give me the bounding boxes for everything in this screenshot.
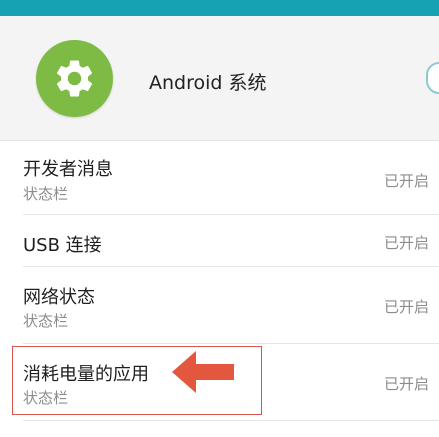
app-notification-toggle[interactable]: [426, 62, 439, 94]
notification-settings-screen: Android 系统 开发者消息 状态栏 已开启 USB 连接 已开启 网络状态…: [0, 0, 439, 437]
app-name: Android 系统: [149, 72, 267, 94]
row-title: 网络状态: [23, 287, 95, 308]
list-item-developer-messages[interactable]: 开发者消息 状态栏 已开启: [0, 141, 439, 215]
row-status: 已开启: [384, 234, 430, 252]
divider: [23, 420, 439, 421]
status-bar: [0, 0, 439, 16]
row-subtitle: 状态栏: [23, 185, 69, 203]
row-status: 已开启: [384, 375, 430, 393]
left-arrow-icon: [172, 351, 234, 393]
row-status: 已开启: [384, 172, 430, 190]
list-item-usb-connection[interactable]: USB 连接 已开启: [0, 215, 439, 267]
app-icon: [36, 40, 113, 117]
row-title: USB 连接: [23, 235, 102, 256]
list-item-network-status[interactable]: 网络状态 状态栏 已开启: [0, 267, 439, 344]
row-status: 已开启: [384, 298, 430, 316]
gear-icon: [56, 60, 93, 97]
app-header: Android 系统: [0, 16, 439, 141]
row-title: 开发者消息: [23, 159, 113, 180]
row-subtitle: 状态栏: [23, 312, 69, 330]
